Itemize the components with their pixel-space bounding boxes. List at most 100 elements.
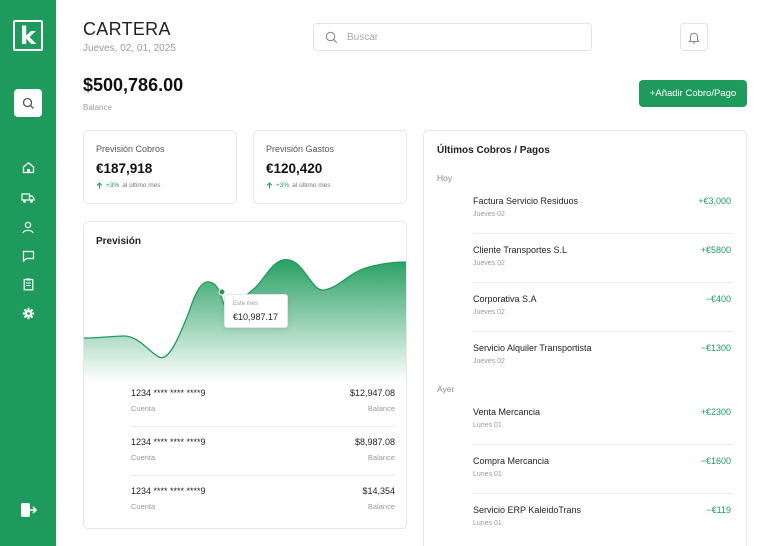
transaction-amount: +€2300 [700,407,731,417]
account-number: 1234 **** **** ****9 [131,486,206,496]
forecast-title: Previsión [96,236,142,247]
stat-value: €187,918 [96,161,153,176]
transaction-name: Servicio ERP KaleidoTrans [473,505,582,515]
nav-settings[interactable] [18,303,38,323]
transaction-amount: −€1300 [700,343,731,353]
transactions-title: Últimos Cobros / Pagos [437,145,550,156]
group-label-yesterday: Ayer [437,384,455,394]
document-icon [23,278,33,290]
divider [131,475,395,476]
account-row[interactable]: 1234 **** **** ****9 Cuenta $14,354 Bala… [131,486,395,535]
arrow-up-icon [266,182,273,189]
logout-button[interactable] [18,500,40,522]
add-payment-button[interactable]: +Añadir Cobro/Pago [639,80,747,107]
search-icon [325,31,338,43]
sidebar-search-button[interactable] [14,89,42,117]
tooltip-label: Este mes [233,301,259,307]
account-label: Cuenta [131,404,156,413]
account-number: 1234 **** **** ****9 [131,437,206,447]
transaction-name: Venta Mercancia [473,407,541,417]
stat-label: Previsión Cobros [96,144,165,154]
divider [131,426,395,427]
stat-trend: +3% al último mes [96,182,161,189]
transaction-amount: −€119 [706,505,731,515]
transaction-row[interactable]: Servicio Alquiler Transportista Jueves 0… [473,343,731,392]
transaction-amount: +€5800 [700,245,731,255]
account-label: Cuenta [131,453,156,462]
nav-home[interactable] [18,157,38,177]
arrow-up-icon [96,182,103,189]
transaction-amount: −€1600 [700,456,731,466]
search-input[interactable] [347,31,577,43]
transaction-row[interactable]: Venta Mercancia Lunes 01 +€2300 [473,407,731,456]
transaction-date: Jueves 02 [473,260,505,267]
trend-text: al último mes [122,182,161,189]
nav-users[interactable] [18,217,38,237]
home-icon [22,161,34,173]
transaction-date: Jueves 02 [473,358,505,365]
page-title: CARTERA [83,19,171,39]
stat-trend: +3% al último mes [266,182,331,189]
account-balance-label: Balance [367,502,395,511]
transaction-row[interactable]: Corporativa S.A Jueves 02 −€400 [473,294,731,343]
stat-card-gastos: Previsión Gastos €120,420 +3% al último … [253,130,407,204]
search-icon [22,97,34,109]
trend-percent: +3% [276,182,290,189]
transaction-amount: −€400 [705,294,731,304]
account-balance: $12,947.08 [349,388,395,398]
transaction-name: Corporativa S.A [473,294,537,304]
tooltip-value: €10,987.17 [233,312,279,322]
transaction-name: Factura Servicio Residuos [473,196,579,206]
stat-label: Previsión Gastos [266,144,335,154]
divider [473,331,733,332]
account-balance: $8,987.08 [354,437,395,447]
nav-transport[interactable] [18,188,38,208]
app-logo[interactable]: k [13,20,43,51]
transaction-row[interactable]: Factura Servicio Residuos Jueves 02 +€3,… [473,196,731,245]
divider [473,282,733,283]
trend-percent: +3% [106,182,120,189]
search-box[interactable] [313,23,592,51]
sidebar: k [0,0,56,546]
notifications-button[interactable] [680,23,708,51]
logo-letter: k [20,21,36,50]
account-row[interactable]: 1234 **** **** ****9 Cuenta $8,987.08 Ba… [131,437,395,486]
nav-documents[interactable] [18,274,38,294]
transaction-name: Cliente Transportes S.L [473,245,568,255]
account-row[interactable]: 1234 **** **** ****9 Cuenta $12,947.08 B… [131,388,395,437]
transaction-row[interactable]: Cliente Transportes S.L Jueves 02 +€5800 [473,245,731,294]
divider [473,444,733,445]
transaction-name: Servicio Alquiler Transportista [473,343,592,353]
balance-label: Balance [83,103,112,112]
stat-card-cobros: Previsión Cobros €187,918 +3% al último … [83,130,237,204]
account-label: Cuenta [131,502,156,511]
account-number: 1234 **** **** ****9 [131,388,206,398]
gear-icon [22,307,34,319]
forecast-card: Previsión Este mes €10,987.17 1234 **** … [83,221,407,529]
nav-messages[interactable] [18,246,38,266]
trend-text: al último mes [292,182,331,189]
logout-icon [21,503,38,517]
transaction-amount: +€3,000 [698,196,731,206]
bell-icon [688,32,700,44]
chart-tooltip: Este mes €10,987.17 [224,294,288,328]
group-label-today: Hoy [437,173,453,183]
account-balance: $14,354 [362,486,395,496]
transaction-row[interactable]: Servicio ERP KaleidoTrans Lunes 01 −€119 [473,505,731,546]
account-balance-label: Balance [367,453,395,462]
truck-icon [21,193,35,203]
divider [473,233,733,234]
divider [473,493,733,494]
transactions-card: Últimos Cobros / Pagos Hoy Factura Servi… [423,130,747,546]
transaction-row[interactable]: Compra Mercancia Lunes 01 −€1600 [473,456,731,505]
transaction-date: Lunes 01 [473,471,502,478]
transaction-date: Jueves 02 [473,211,505,218]
transaction-date: Jueves 02 [473,309,505,316]
chat-icon [22,250,34,262]
balance-amount: $500,786.00 [83,75,184,95]
user-icon [22,221,34,233]
stat-value: €120,420 [266,161,323,176]
transaction-date: Lunes 01 [473,520,502,527]
transaction-name: Compra Mercancia [473,456,550,466]
transaction-date: Lunes 01 [473,422,502,429]
